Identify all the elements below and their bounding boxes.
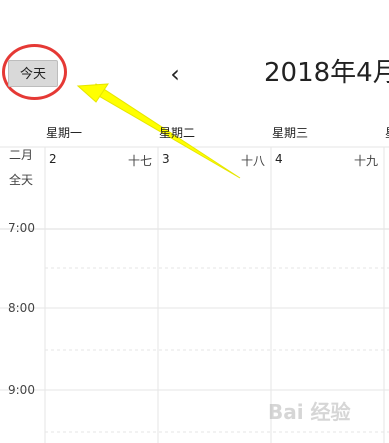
weekday-header-mon: 星期一 bbox=[46, 126, 83, 140]
today-button[interactable]: 今天 bbox=[8, 60, 58, 87]
day-cell-3[interactable]: 3 十八 bbox=[158, 148, 271, 228]
time-label-8: 8:00 bbox=[8, 301, 35, 315]
lunar-month-label: 二月 bbox=[9, 148, 34, 162]
time-label-7: 7:00 bbox=[8, 221, 35, 235]
day-number: 3 bbox=[162, 152, 170, 166]
lunar-day: 十九 bbox=[353, 154, 378, 168]
weekday-header-thu: 星 bbox=[385, 125, 389, 141]
day-number: 4 bbox=[275, 152, 283, 166]
allday-label: 全天 bbox=[9, 173, 34, 187]
weekday-header-wed: 星期三 bbox=[272, 126, 309, 140]
day-number: 2 bbox=[49, 152, 57, 166]
chevron-left-icon: ‹ bbox=[170, 60, 180, 88]
prev-month-button[interactable]: ‹ bbox=[164, 60, 186, 88]
lunar-day: 十七 bbox=[127, 154, 152, 168]
day-cell-4[interactable]: 4 十九 bbox=[271, 148, 384, 228]
month-title: 2018年4月 bbox=[264, 58, 389, 88]
lunar-day: 十八 bbox=[240, 154, 265, 168]
time-label-9: 9:00 bbox=[8, 383, 35, 397]
watermark: Bai 经验 bbox=[268, 400, 351, 424]
day-cell-2[interactable]: 2 十七 bbox=[45, 148, 158, 228]
weekday-header-tue: 星期二 bbox=[159, 126, 196, 140]
